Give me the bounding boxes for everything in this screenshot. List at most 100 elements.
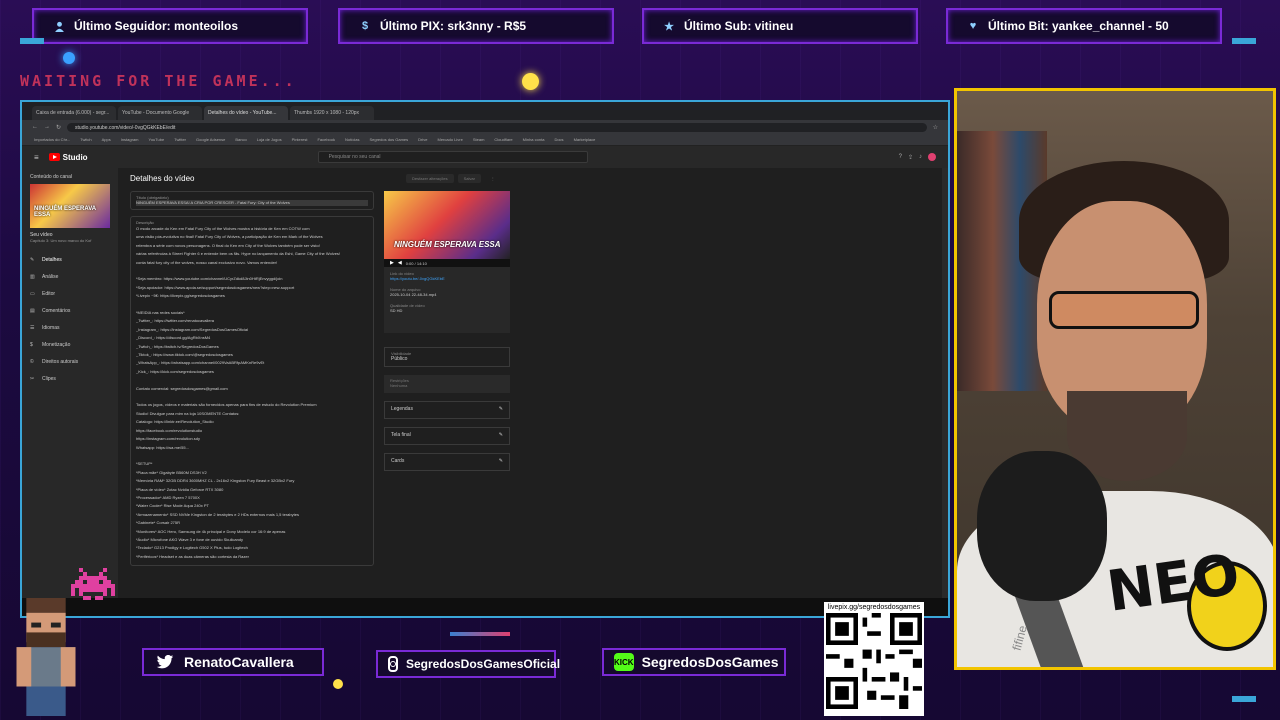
bookmark-item[interactable]: Google Adsense [196, 137, 225, 142]
pencil-icon[interactable]: ✎ [499, 458, 503, 466]
subtitles-option[interactable]: Legendas ✎ [384, 401, 510, 419]
sidebar-item-clips[interactable]: ✂ Clipes [30, 370, 110, 387]
bookmark-item[interactable]: Segredos dos Games [369, 137, 408, 142]
sidebar-item-details[interactable]: ✎ Detalhes [30, 251, 110, 268]
pencil-icon[interactable]: ✎ [499, 406, 503, 414]
undo-changes-button[interactable]: Desfazer alterações [406, 174, 454, 183]
bookmark-item[interactable]: Docs [554, 137, 563, 142]
description-line: *Placa mãe* Gigabyte B560M DS3H V2 [136, 469, 207, 475]
pencil-icon[interactable]: ✎ [499, 432, 503, 440]
alert-sub: ★ Último Sub: vitineu [642, 8, 918, 44]
cards-option[interactable]: Cards ✎ [384, 453, 510, 471]
decor-corner [1232, 38, 1256, 44]
menu-icon[interactable]: ≡ [34, 153, 39, 162]
reload-icon[interactable]: ↻ [56, 124, 61, 131]
description-line: *Armazenamento* SSD NVMe Kingston de 2 t… [136, 511, 299, 517]
description-line: *Teclado* G213 Prodigy e Logitech G502 X… [136, 545, 248, 551]
pencil-icon: ✎ [30, 256, 35, 263]
copyright-icon: © [30, 358, 34, 365]
title-field-value: NINGUÉM ESPERAVA ESSA! A CRIA POR CRESCE… [136, 200, 368, 206]
description-line: *Monitores* AOC Hero, Samsung de 4k prin… [136, 528, 286, 534]
bookmark-item[interactable]: Twitter [174, 137, 186, 142]
social-kick: KICK SegredosDosGames [602, 648, 786, 676]
browser-tab[interactable]: Caixa de entrada (6.000) - segr... [32, 106, 116, 120]
bookmark-item[interactable]: Minha conta [523, 137, 545, 142]
video-panel: NINGUÉM ESPERAVA ESSA ▶ ◀ 0:00 / 14:10 L… [384, 191, 510, 471]
avatar[interactable] [928, 153, 936, 161]
bookmark-item[interactable]: Notícias [345, 137, 359, 142]
restrictions-field[interactable]: Restrições Nenhuma [384, 375, 510, 393]
comment-icon: ▤ [30, 307, 35, 314]
bookmark-item[interactable]: Drive [418, 137, 427, 142]
pixel-character-icon [16, 598, 76, 716]
studio-logo[interactable]: Studio [48, 152, 88, 162]
bookmark-item[interactable]: Marketplace [574, 137, 596, 142]
social-twitter: RenatoCavallera [142, 648, 324, 676]
sidebar-video-thumbnail[interactable]: NINGUÉM ESPERAVA ESSA [30, 184, 110, 228]
description-field[interactable]: Descrição O modo arcade do Ken em Fatal … [130, 216, 374, 566]
browser-tab[interactable]: Thumbs 1920 x 1080 - 120px [290, 106, 374, 120]
help-icon[interactable]: ? [899, 154, 902, 160]
back-icon[interactable]: ← [32, 124, 38, 130]
sidebar-item-monetization[interactable]: $ Monetização [30, 336, 110, 353]
bookmark-item[interactable]: Apps [102, 137, 111, 142]
forward-icon[interactable]: → [44, 124, 50, 130]
description-line [136, 376, 368, 384]
cards-option-label: Cards [391, 458, 405, 464]
studio-logo-text: Studio [62, 152, 88, 162]
bookmark-item[interactable]: YouTube [149, 137, 165, 142]
url-field[interactable]: studio.youtube.com/video/-0vgQGkKEbE/edi… [67, 122, 927, 132]
volume-icon[interactable]: ◀ [398, 260, 402, 266]
bookmark-item[interactable]: Steam [473, 137, 485, 142]
bookmark-item[interactable]: Mercado Livre [438, 137, 463, 142]
save-button[interactable]: Salvar [457, 174, 481, 183]
description-line: várias referências à Street Fighter 6 e … [136, 251, 341, 257]
browser-tab[interactable]: YouTube - Documento Google [118, 106, 202, 120]
back-to-content-link[interactable]: Conteúdo do canal [30, 174, 110, 180]
header-buttons: Desfazer alterações Salvar ⋮ [406, 174, 501, 183]
social-instagram: SegredosDosGamesOficial [376, 650, 560, 678]
description-line: *Water Cooler* Rise Mode Aqua 240x PT [136, 503, 209, 509]
end-screen-option[interactable]: Tela final ✎ [384, 427, 510, 445]
browser-tab[interactable]: Detalhes do vídeo - YouTube... [204, 106, 288, 120]
star-bookmark-icon[interactable]: ☆ [933, 124, 938, 131]
scrollbar[interactable] [942, 168, 948, 598]
play-icon[interactable]: ▶ [390, 260, 394, 266]
video-preview[interactable]: NINGUÉM ESPERAVA ESSA [384, 191, 510, 259]
title-field[interactable]: Título (obrigatório) NINGUÉM ESPERAVA ES… [130, 191, 374, 210]
bookmark-item[interactable]: Facebook [317, 137, 335, 142]
sidebar-item-analytics[interactable]: ▥ Análise [30, 268, 110, 285]
sidebar-item-editor[interactable]: ▭ Editor [30, 285, 110, 302]
studio-search-input[interactable]: Pesquisar no seu canal [317, 151, 588, 163]
description-line [136, 452, 368, 460]
description-line: uma visão pós-evolutiva no final! Fatal … [136, 234, 323, 240]
bookmark-item[interactable]: Pinterest [292, 137, 308, 142]
notification-icon[interactable]: ♪ [919, 154, 922, 160]
address-bar: ← → ↻ studio.youtube.com/video/-0vgQGkKE… [22, 120, 948, 134]
dollar-icon: $ [30, 341, 33, 348]
description-line: https://instagram.com/revolution.sdy [136, 436, 201, 442]
sidebar-item-copyright[interactable]: © Direitos autorais [30, 353, 110, 370]
bookmark-item[interactable]: Twitch [80, 137, 91, 142]
upload-icon[interactable]: ⇪ [908, 154, 913, 161]
sidebar-video-title: Capítulo 3: Um novo marco do Kof [30, 238, 92, 243]
description-line: _Tiktok_: https://www.tiktok.com/@segred… [136, 352, 233, 358]
description-line: conta fatal fury city of the wolves, nos… [136, 259, 278, 265]
visibility-dropdown[interactable]: Visibilidade Público [384, 347, 510, 367]
video-link[interactable]: https://youtu.be/-0vgQGkKEbE [390, 276, 504, 281]
microphone [977, 451, 1107, 601]
user-icon [52, 19, 66, 33]
decor-neon-bar [450, 632, 510, 636]
bookmark-item[interactable]: Instagram [121, 137, 139, 142]
bookmark-item[interactable]: Banco [235, 137, 246, 142]
bookmark-item[interactable]: Importados do Chr... [34, 137, 70, 142]
kick-icon: KICK [614, 653, 634, 671]
more-icon[interactable]: ⋮ [485, 174, 501, 183]
description-line: relembra a série com novos personagens. … [136, 242, 320, 248]
bookmark-item[interactable]: Loja de Jogos [257, 137, 282, 142]
description-line: *Livepix ~5€: https://livepix.gg/segredo… [136, 293, 225, 299]
bookmark-item[interactable]: Cloudflare [494, 137, 512, 142]
twitter-icon [154, 653, 176, 671]
sidebar-item-comments[interactable]: ▤ Comentários [30, 302, 110, 319]
sidebar-item-languages[interactable]: ☰ Idiomas [30, 319, 110, 336]
